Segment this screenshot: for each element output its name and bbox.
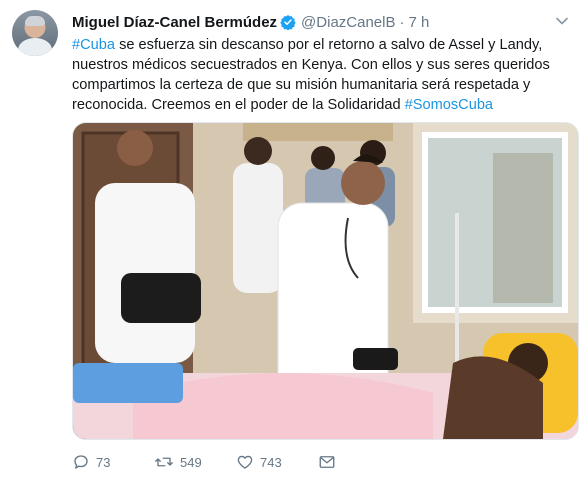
direct-message-button[interactable] xyxy=(318,453,336,471)
photo-scene xyxy=(73,123,578,439)
avatar-shirt xyxy=(18,38,52,56)
reply-button[interactable]: 73 xyxy=(72,453,154,471)
tweet-card[interactable]: Miguel Díaz-Canel Bermúdez @DiazCanelB ·… xyxy=(0,0,582,479)
author-name[interactable]: Miguel Díaz-Canel Bermúdez xyxy=(72,14,277,31)
separator-dot: · xyxy=(399,13,405,31)
reply-icon xyxy=(74,455,88,469)
tweet-text: #Cuba se esfuerza sin descanso por el re… xyxy=(72,35,572,115)
like-button[interactable]: 743 xyxy=(236,453,318,471)
author-handle[interactable]: @DiazCanelB xyxy=(301,14,395,31)
hashtag-link[interactable]: #SomosCuba xyxy=(405,97,493,113)
tweet-timestamp[interactable]: 7 h xyxy=(408,14,429,31)
tweet-header: Miguel Díaz-Canel Bermúdez @DiazCanelB ·… xyxy=(72,12,542,32)
verified-badge-icon xyxy=(280,14,296,30)
reply-count: 73 xyxy=(96,454,111,470)
like-count: 743 xyxy=(260,454,282,470)
heart-icon xyxy=(237,455,253,469)
retweet-icon xyxy=(155,457,173,467)
chevron-down-icon[interactable] xyxy=(554,14,570,28)
envelope-icon xyxy=(319,456,335,468)
retweet-button[interactable]: 549 xyxy=(154,453,236,471)
avatar[interactable] xyxy=(12,10,58,56)
tweet-photo[interactable] xyxy=(72,122,579,440)
avatar-hair xyxy=(25,16,45,26)
hashtag-link[interactable]: #Cuba xyxy=(72,37,115,53)
tweet-actions: 73 549 743 xyxy=(72,452,472,472)
retweet-count: 549 xyxy=(180,454,202,470)
